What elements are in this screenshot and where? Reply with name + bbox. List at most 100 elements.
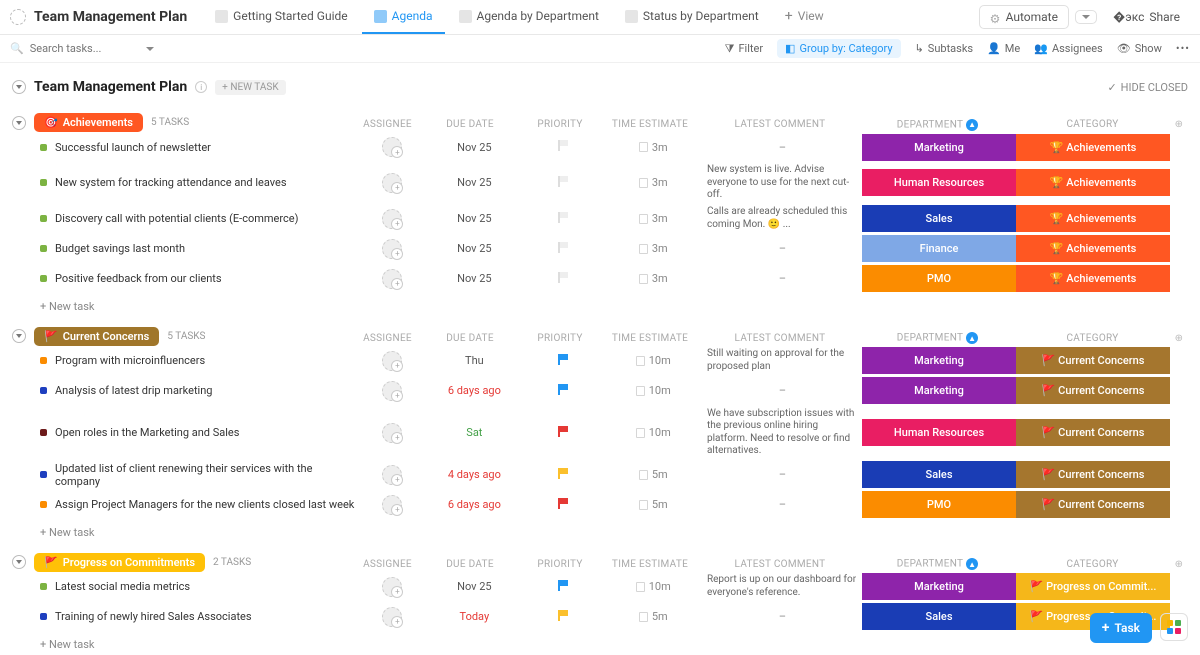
category-badge[interactable]: 🏆 Achievements xyxy=(1016,205,1170,232)
col-due[interactable]: DUE DATE xyxy=(420,559,520,570)
task-row[interactable]: Budget savings last month Nov 25 3m – Fi… xyxy=(12,234,1188,264)
assignee-empty[interactable] xyxy=(382,381,402,401)
assignee-empty[interactable] xyxy=(382,607,402,627)
status-square[interactable] xyxy=(40,275,47,282)
collapse-icon[interactable] xyxy=(12,555,26,569)
priority-flag-icon[interactable] xyxy=(558,468,569,479)
col-estimate[interactable]: TIME ESTIMATE xyxy=(600,119,700,130)
add-column[interactable]: ⊕ xyxy=(1170,119,1188,130)
due-date[interactable]: Nov 25 xyxy=(425,272,524,285)
task-row[interactable]: Discovery call with potential clients (E… xyxy=(12,204,1188,234)
tab-agenda-department[interactable]: Agenda by Department xyxy=(447,0,611,34)
task-row[interactable]: Open roles in the Marketing and Sales Sa… xyxy=(12,406,1188,460)
add-column[interactable]: ⊕ xyxy=(1170,333,1188,344)
due-date[interactable]: Nov 25 xyxy=(425,141,524,154)
department-badge[interactable]: Sales xyxy=(862,603,1016,630)
show-button[interactable]: 👁Show xyxy=(1117,42,1162,55)
due-date[interactable]: Thu xyxy=(425,354,524,367)
assignee-empty[interactable] xyxy=(382,351,402,371)
col-category[interactable]: CATEGORY xyxy=(1015,333,1170,344)
assignee-empty[interactable] xyxy=(382,209,402,229)
category-badge[interactable]: 🏆 Achievements xyxy=(1016,134,1170,161)
priority-flag-icon[interactable] xyxy=(558,272,569,283)
department-badge[interactable]: Marketing xyxy=(862,377,1016,404)
search-box[interactable]: 🔍 xyxy=(10,42,170,55)
due-date[interactable]: Nov 25 xyxy=(425,580,524,593)
assignee-empty[interactable] xyxy=(382,465,402,485)
hide-closed-button[interactable]: ✓HIDE CLOSED xyxy=(1107,81,1188,94)
status-square[interactable] xyxy=(40,429,47,436)
department-badge[interactable]: Marketing xyxy=(862,573,1016,600)
new-task-row[interactable]: + New task xyxy=(12,632,1188,653)
status-square[interactable] xyxy=(40,387,47,394)
task-row[interactable]: Analysis of latest drip marketing 6 days… xyxy=(12,376,1188,406)
share-button[interactable]: �эксShare xyxy=(1103,6,1190,28)
status-square[interactable] xyxy=(40,144,47,151)
fab-new-task[interactable]: +Task xyxy=(1090,613,1152,643)
category-badge[interactable]: 🚩 Current Concerns xyxy=(1016,419,1170,446)
due-date[interactable]: Today xyxy=(425,610,524,623)
new-task-row[interactable]: + New task xyxy=(12,520,1188,541)
category-badge[interactable]: 🚩 Progress on Commit... xyxy=(1016,573,1170,600)
chevron-down-icon[interactable] xyxy=(146,47,154,51)
priority-flag-icon[interactable] xyxy=(558,354,569,365)
department-badge[interactable]: Human Resources xyxy=(862,169,1016,196)
tab-agenda[interactable]: Agenda xyxy=(362,0,445,34)
priority-flag-icon[interactable] xyxy=(558,610,569,621)
priority-flag-icon[interactable] xyxy=(558,212,569,223)
col-assignee[interactable]: ASSIGNEE xyxy=(355,333,420,344)
category-badge[interactable]: 🚩 Current Concerns xyxy=(1016,491,1170,518)
col-category[interactable]: CATEGORY xyxy=(1015,119,1170,130)
assignee-empty[interactable] xyxy=(382,495,402,515)
priority-flag-icon[interactable] xyxy=(558,242,569,253)
task-row[interactable]: Positive feedback from our clients Nov 2… xyxy=(12,264,1188,294)
search-input[interactable] xyxy=(30,42,140,55)
collapse-icon[interactable] xyxy=(12,329,26,343)
tab-getting-started[interactable]: Getting Started Guide xyxy=(203,0,359,34)
col-comment[interactable]: LATEST COMMENT xyxy=(700,559,860,570)
assignee-empty[interactable] xyxy=(382,577,402,597)
col-assignee[interactable]: ASSIGNEE xyxy=(355,559,420,570)
task-row[interactable]: Successful launch of newsletter Nov 25 3… xyxy=(12,132,1188,162)
col-estimate[interactable]: TIME ESTIMATE xyxy=(600,559,700,570)
assignee-empty[interactable] xyxy=(382,173,402,193)
col-category[interactable]: CATEGORY xyxy=(1015,559,1170,570)
department-badge[interactable]: Marketing xyxy=(862,347,1016,374)
priority-flag-icon[interactable] xyxy=(558,140,569,151)
me-button[interactable]: 👤Me xyxy=(987,42,1020,55)
new-task-button[interactable]: + NEW TASK xyxy=(215,80,285,95)
col-priority[interactable]: PRIORITY xyxy=(520,119,600,130)
department-badge[interactable]: Sales xyxy=(862,205,1016,232)
group-pill[interactable]: 🚩 Progress on Commitments xyxy=(34,553,205,572)
task-row[interactable]: Updated list of client renewing their se… xyxy=(12,460,1188,490)
status-square[interactable] xyxy=(40,357,47,364)
group-pill[interactable]: 🎯 Achievements xyxy=(34,113,143,132)
col-comment[interactable]: LATEST COMMENT xyxy=(700,333,860,344)
more-button[interactable]: ••• xyxy=(1176,42,1190,55)
collapse-icon[interactable] xyxy=(12,116,26,130)
due-date[interactable]: 6 days ago xyxy=(425,498,524,511)
department-badge[interactable]: Sales xyxy=(862,461,1016,488)
tab-status-department[interactable]: Status by Department xyxy=(613,0,771,34)
due-date[interactable]: 6 days ago xyxy=(425,384,524,397)
category-badge[interactable]: 🏆 Achievements xyxy=(1016,265,1170,292)
category-badge[interactable]: 🏆 Achievements xyxy=(1016,169,1170,196)
assignee-empty[interactable] xyxy=(382,423,402,443)
col-priority[interactable]: PRIORITY xyxy=(520,333,600,344)
category-badge[interactable]: 🏆 Achievements xyxy=(1016,235,1170,262)
category-badge[interactable]: 🚩 Current Concerns xyxy=(1016,347,1170,374)
col-department[interactable]: DEPARTMENT▲ xyxy=(860,558,1015,570)
task-row[interactable]: New system for tracking attendance and l… xyxy=(12,162,1188,204)
assignee-empty[interactable] xyxy=(382,137,402,157)
assignee-empty[interactable] xyxy=(382,269,402,289)
add-view[interactable]: +View xyxy=(773,0,836,34)
status-square[interactable] xyxy=(40,613,47,620)
due-date[interactable]: Nov 25 xyxy=(425,212,524,225)
col-estimate[interactable]: TIME ESTIMATE xyxy=(600,333,700,344)
group-by-button[interactable]: ◧Group by: Category xyxy=(777,39,901,58)
due-date[interactable]: 4 days ago xyxy=(425,468,524,481)
category-badge[interactable]: 🚩 Current Concerns xyxy=(1016,461,1170,488)
task-row[interactable]: Assign Project Managers for the new clie… xyxy=(12,490,1188,520)
due-date[interactable]: Sat xyxy=(425,426,524,439)
category-badge[interactable]: 🚩 Current Concerns xyxy=(1016,377,1170,404)
